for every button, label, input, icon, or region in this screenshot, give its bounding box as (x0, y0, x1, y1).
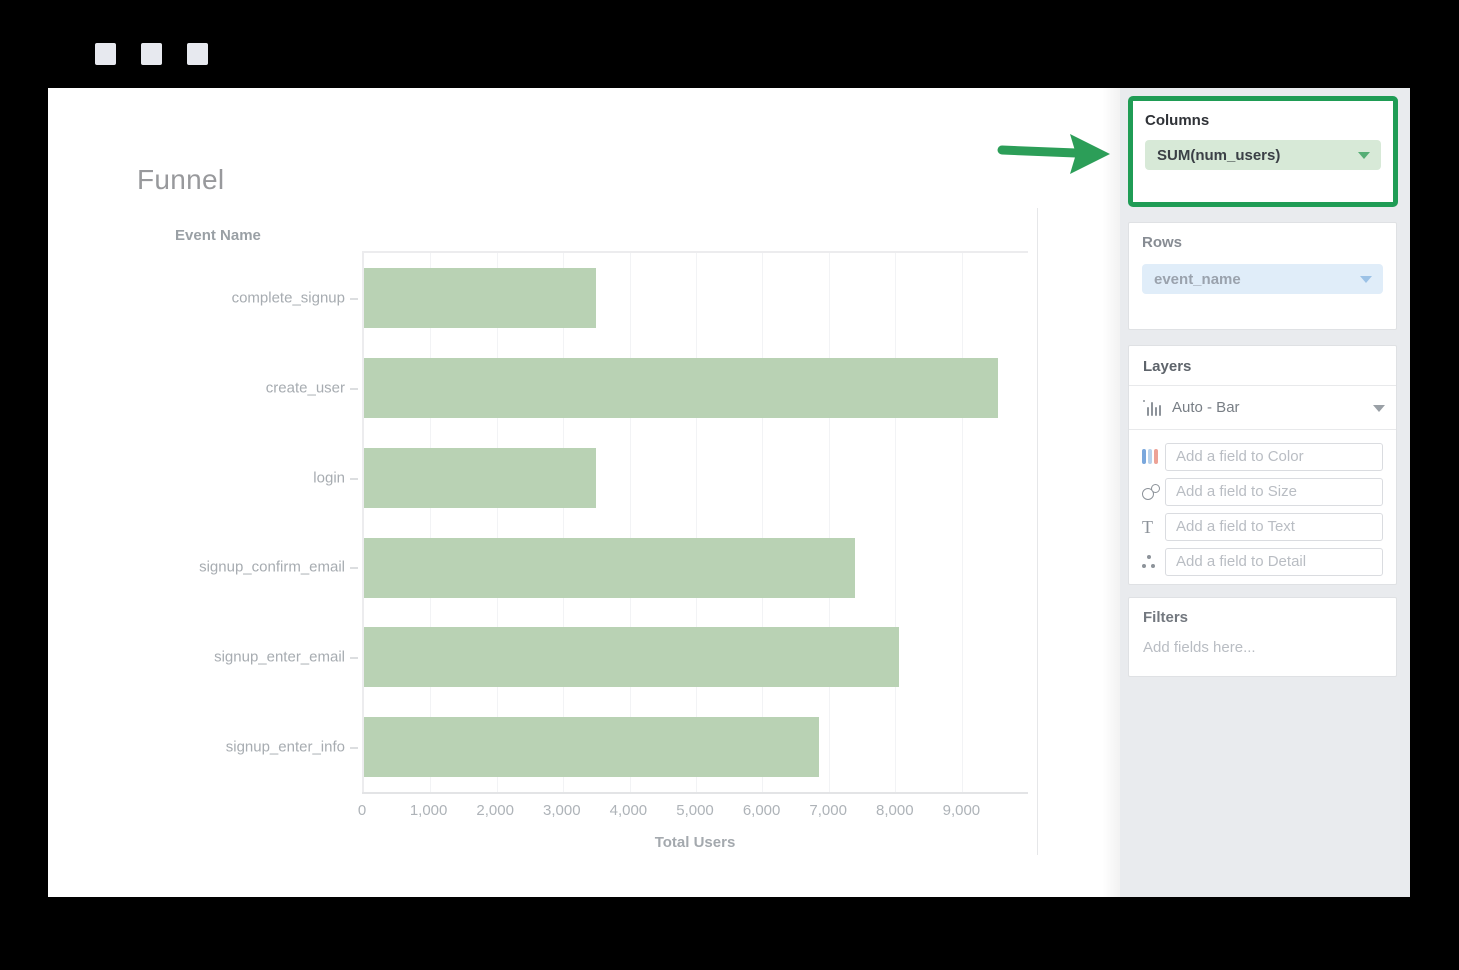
y-tick-mark (350, 657, 358, 659)
y-tick-mark (350, 567, 358, 569)
window-control-square-3[interactable] (187, 43, 208, 65)
window-control-square-2[interactable] (141, 43, 162, 65)
bar-row: complete_signup (364, 253, 1028, 343)
x-tick-label: 3,000 (543, 802, 581, 819)
x-tick-label: 8,000 (876, 802, 914, 819)
add-field-to-text-input[interactable] (1165, 513, 1383, 541)
filters-header: Filters (1143, 609, 1382, 626)
columns-header: Columns (1145, 112, 1381, 129)
bar-row: create_user (364, 343, 1028, 433)
x-axis-ticks: 01,0002,0003,0004,0005,0006,0007,0008,00… (362, 802, 1028, 822)
text-field-row: T (1129, 509, 1396, 544)
size-field-row (1129, 474, 1396, 509)
columns-field-pill[interactable]: SUM(num_users) (1145, 140, 1381, 170)
category-label: signup_enter_email (214, 649, 345, 666)
mark-type-label: Auto - Bar (1172, 399, 1240, 416)
add-field-to-detail-input[interactable] (1165, 548, 1383, 576)
bar-row: signup_enter_info (364, 702, 1028, 792)
filters-drop-zone[interactable]: Add fields here... (1143, 639, 1382, 656)
category-label: complete_signup (232, 289, 345, 306)
columns-field-label: SUM(num_users) (1157, 147, 1280, 164)
plot-area: complete_signupcreate_userloginsignup_co… (362, 251, 1028, 792)
chevron-down-icon[interactable] (1360, 276, 1372, 283)
bar-signup_enter_info[interactable] (364, 717, 819, 777)
category-label: signup_confirm_email (199, 559, 345, 576)
x-axis-line (362, 792, 1028, 794)
detail-field-row (1129, 544, 1396, 579)
x-tick-label: 0 (358, 802, 366, 819)
add-field-to-color-input[interactable] (1165, 443, 1383, 471)
filters-panel: Filters Add fields here... (1128, 597, 1397, 677)
text-icon: T (1142, 518, 1153, 536)
y-tick-mark (350, 747, 358, 749)
x-tick-label: 5,000 (676, 802, 714, 819)
layers-panel: Layers Auto - Bar (1128, 345, 1397, 585)
window-control-square-1[interactable] (95, 43, 116, 65)
config-sidebar: Columns SUM(num_users) Rows event_name L… (1120, 88, 1410, 897)
rows-field-pill[interactable]: event_name (1142, 264, 1383, 294)
chart-card-divider (1037, 208, 1038, 855)
app-content: Funnel Event Name complete_signupcreate_… (48, 88, 1410, 897)
chart-title: Funnel (137, 164, 224, 196)
category-label: signup_enter_info (226, 739, 345, 756)
y-tick-mark (350, 478, 358, 480)
category-label: create_user (266, 379, 345, 396)
bar-complete_signup[interactable] (364, 268, 596, 328)
color-legend-icon (1142, 449, 1158, 464)
x-tick-label: 6,000 (743, 802, 781, 819)
color-field-row (1129, 439, 1396, 474)
bar-login[interactable] (364, 448, 596, 508)
x-tick-label: 7,000 (809, 802, 847, 819)
x-tick-label: 1,000 (410, 802, 448, 819)
x-axis-title: Total Users (362, 834, 1028, 851)
bar-row: login (364, 433, 1028, 523)
detail-icon (1142, 555, 1156, 568)
y-axis-title: Event Name (175, 227, 261, 244)
layers-header: Layers (1129, 346, 1396, 385)
chevron-down-icon[interactable] (1373, 405, 1385, 412)
rows-header: Rows (1142, 234, 1383, 251)
mark-type-selector[interactable]: Auto - Bar (1129, 386, 1396, 429)
category-label: login (313, 469, 345, 486)
rows-field-label: event_name (1154, 271, 1241, 288)
bar-row: signup_confirm_email (364, 523, 1028, 613)
columns-panel-highlighted: Columns SUM(num_users) (1128, 96, 1398, 207)
size-icon (1142, 484, 1160, 500)
y-tick-mark (350, 298, 358, 300)
bar-create_user[interactable] (364, 358, 998, 418)
x-tick-label: 4,000 (610, 802, 648, 819)
add-field-to-size-input[interactable] (1165, 478, 1383, 506)
rows-panel: Rows event_name (1128, 222, 1397, 330)
bar-signup_enter_email[interactable] (364, 627, 899, 687)
arrow-right-icon (996, 128, 1114, 180)
x-tick-label: 9,000 (943, 802, 981, 819)
bar-chart-icon (1143, 400, 1161, 416)
bar-row: signup_enter_email (364, 612, 1028, 702)
chevron-down-icon[interactable] (1358, 152, 1370, 159)
x-tick-label: 2,000 (476, 802, 514, 819)
y-tick-mark (350, 388, 358, 390)
bar-signup_confirm_email[interactable] (364, 538, 855, 598)
